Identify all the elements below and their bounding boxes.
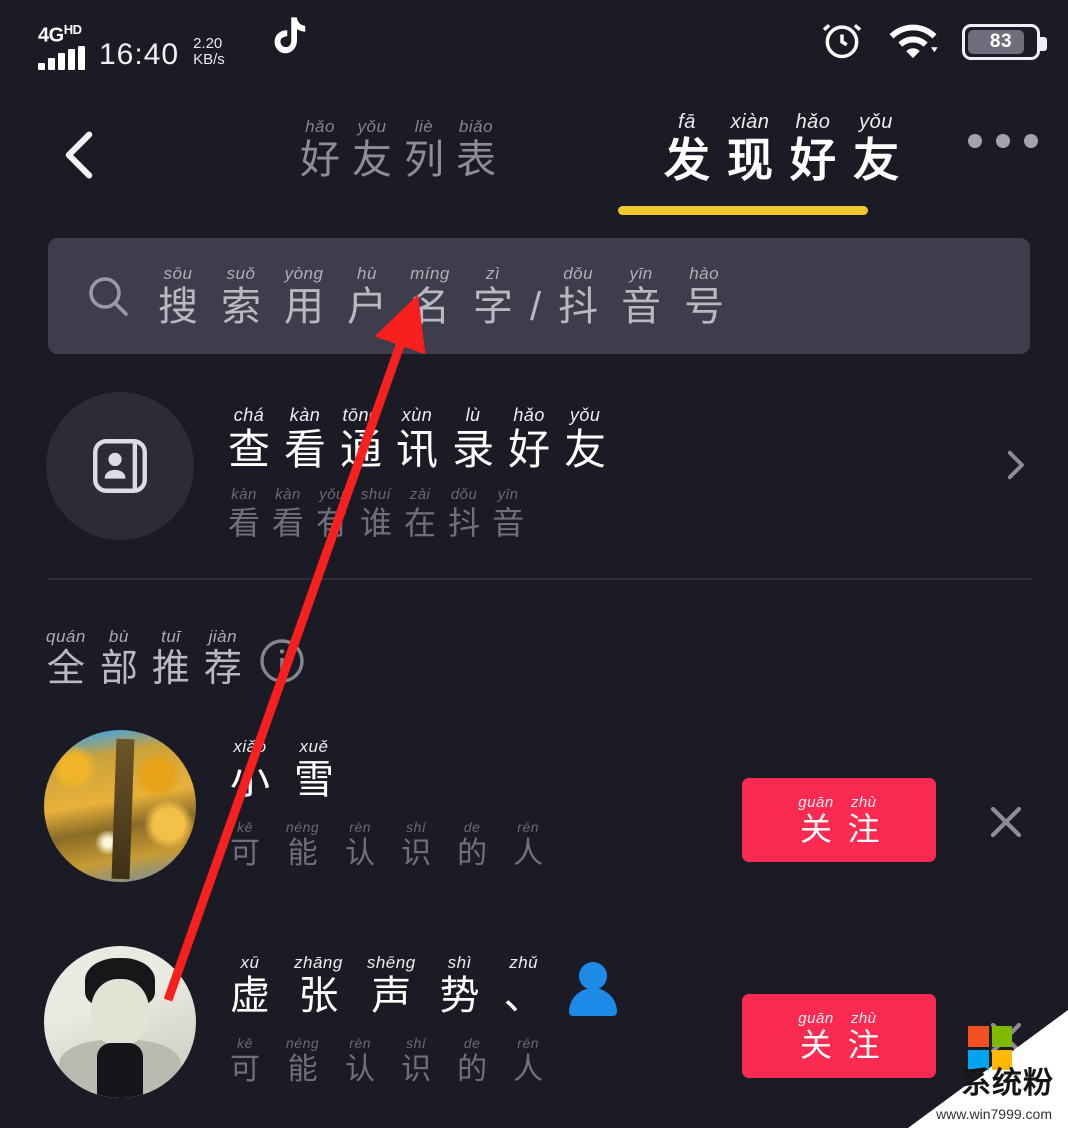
user-name: xū 虚 zhāng 张 shēng 声 shì 势 zhǔ、 xyxy=(230,954,620,1016)
header-tabs: hǎo 好 yǒu 友 liè 列 biǎo 表 fā 发 xiàn 现 hǎo 好 yǒu 友 xyxy=(0,96,1068,216)
user-subtitle: kě 可 néng 能 rèn 认 shí 识 de 的 rén 人 xyxy=(230,819,544,870)
battery-indicator: 83 xyxy=(962,24,1047,60)
contacts-entry-text: chá 查 kàn 看 tōng 通 xùn 讯 lù 录 hǎo 好 yǒu 友 kàn 看 … xyxy=(228,406,606,539)
tab-discover-friends[interactable]: fā 发 xiàn 现 hǎo 好 yǒu 友 xyxy=(664,112,916,183)
signal-bars-icon xyxy=(38,45,85,70)
status-bar: 4GHD 16:40 2.20 KB/s 83 xyxy=(0,0,1068,84)
page-header: hǎo 好 yǒu 友 liè 列 biǎo 表 fā 发 xiàn 现 hǎo 好 yǒu 友 xyxy=(0,96,1068,216)
tiktok-icon xyxy=(265,15,311,70)
info-circle-icon[interactable] xyxy=(258,637,306,685)
more-dot xyxy=(996,134,1010,148)
contacts-entry-title: chá 查 kàn 看 tōng 通 xùn 讯 lù 录 hǎo 好 yǒu 友 xyxy=(228,405,607,473)
status-bar-right: 83 xyxy=(820,18,1047,67)
network-type-label: 4GHD xyxy=(38,21,82,47)
user-subtitle: kě 可 néng 能 rèn 认 shí 识 de 的 rén 人 xyxy=(230,1035,544,1086)
bust-in-silhouette-emoji xyxy=(566,962,620,1016)
more-dot xyxy=(1024,134,1038,148)
wifi-icon xyxy=(888,20,938,65)
section-header: quán 全 bù 部 tuī 推 jiàn 荐 xyxy=(46,628,306,688)
tab-discover-friends-label: fā 发 xiàn 现 hǎo 好 yǒu 友 xyxy=(664,111,899,186)
app-root: 4GHD 16:40 2.20 KB/s 83 hǎo 好 yǒu 友 liè … xyxy=(0,0,1068,1128)
battery-percent-label: 83 xyxy=(989,31,1013,52)
watermark: 系统粉 www.win7999.com xyxy=(908,1010,1068,1128)
user-row: xiǎo 小 xuě 雪 kě 可 néng 能 rèn 认 shí 识 de 的 rén 人 … xyxy=(0,722,1068,912)
network-speed: 2.20 KB/s xyxy=(193,34,225,70)
contacts-card-icon xyxy=(46,392,194,540)
status-bar-clock: 16:40 xyxy=(99,37,180,71)
search-icon xyxy=(84,272,132,320)
section-divider xyxy=(48,578,1032,580)
user-info: xiǎo 小 xuě 雪 kě 可 néng 能 rèn 认 shí 识 de 的 rén 人 xyxy=(230,738,543,869)
search-placeholder: sōu 搜 suǒ 索 yòng 用 hù 户 míng 名 zì 字 / dǒu 抖 yīn… xyxy=(158,264,725,329)
more-dot xyxy=(968,134,982,148)
alarm-clock-icon xyxy=(820,18,864,67)
network-indicator: 4GHD xyxy=(38,20,85,70)
tab-friends-list-label: hǎo 好 yǒu 友 liè 列 biǎo 表 xyxy=(300,117,496,182)
contacts-entry-subtitle: kàn 看 kàn 看 yǒu 有 shuí 谁 zài 在 dǒu 抖 yīn 音 xyxy=(228,486,525,541)
watermark-url: www.win7999.com xyxy=(936,1106,1052,1122)
status-bar-left: 4GHD 16:40 2.20 KB/s xyxy=(38,15,311,70)
more-options-button[interactable] xyxy=(968,134,1038,148)
network-speed-value: 2.20 xyxy=(193,34,223,52)
watermark-title: 系统粉 xyxy=(961,1067,1054,1100)
chevron-right-icon xyxy=(994,444,1036,486)
section-title: quán 全 bù 部 tuī 推 jiàn 荐 xyxy=(46,627,242,690)
tab-friends-list[interactable]: hǎo 好 yǒu 友 liè 列 biǎo 表 xyxy=(300,118,508,180)
user-info: xū 虚 zhāng 张 shēng 声 shì 势 zhǔ、 kě 可 néng 能 rè… xyxy=(230,954,620,1085)
follow-button-label: guān 关 zhù 注 xyxy=(798,1010,880,1063)
contacts-entry-row[interactable]: chá 查 kàn 看 tōng 通 xùn 讯 lù 录 hǎo 好 yǒu 友 kàn 看 … xyxy=(0,392,1068,552)
follow-button-label: guān 关 zhù 注 xyxy=(798,794,880,847)
avatar[interactable] xyxy=(44,730,196,882)
follow-button[interactable]: guān 关 zhù 注 xyxy=(742,778,936,862)
follow-button[interactable]: guān 关 zhù 注 xyxy=(742,994,936,1078)
avatar[interactable] xyxy=(44,946,196,1098)
active-tab-underline xyxy=(618,206,868,215)
search-input[interactable]: sōu 搜 suǒ 索 yòng 用 hù 户 míng 名 zì 字 / dǒu 抖 yīn… xyxy=(48,238,1030,354)
user-name: xiǎo 小 xuě 雪 xyxy=(230,737,334,802)
close-icon[interactable] xyxy=(982,798,1030,846)
network-speed-unit: KB/s xyxy=(193,50,225,68)
